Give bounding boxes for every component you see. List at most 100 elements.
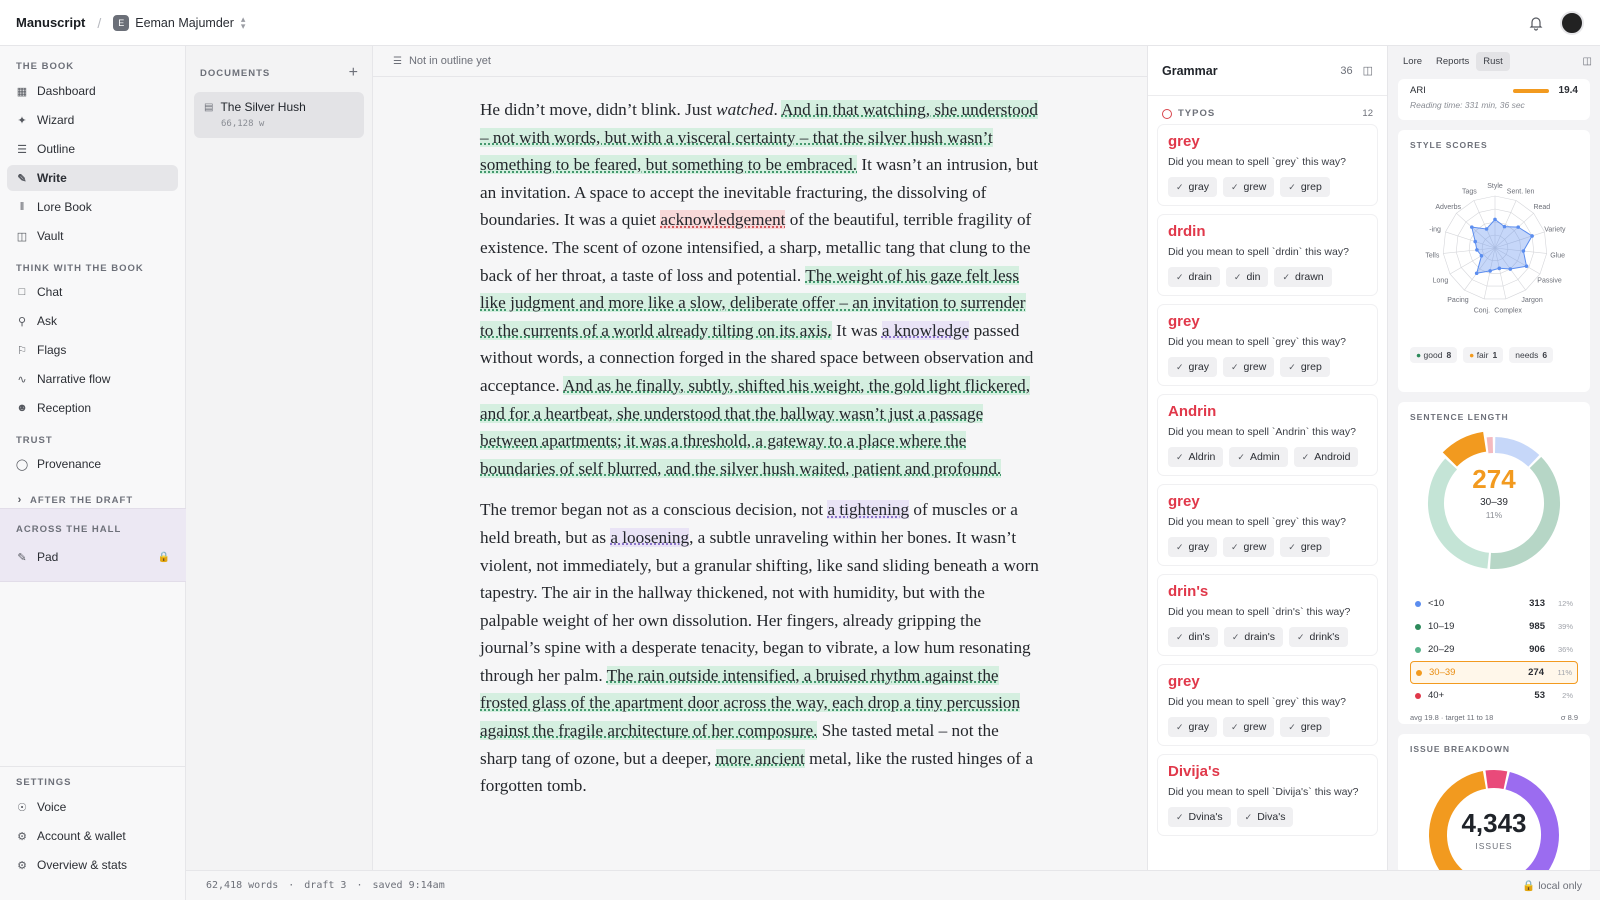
- donut-segment[interactable]: [1494, 437, 1540, 467]
- radar-point[interactable]: [1470, 225, 1474, 229]
- suggestion-chip[interactable]: Android: [1293, 447, 1359, 467]
- suggestion-chip[interactable]: din's: [1168, 627, 1218, 647]
- typo-card[interactable]: grey Did you mean to spell `grey` this wa…: [1158, 665, 1377, 745]
- sidebar-item-narrative-flow[interactable]: ∿ Narrative flow: [7, 366, 178, 392]
- length-bucket-row[interactable]: <10 313 12%: [1410, 592, 1578, 615]
- suggestion-chip[interactable]: gray: [1168, 357, 1217, 377]
- suggestion-chip[interactable]: drink's: [1288, 627, 1348, 647]
- suggestion-chip[interactable]: grep: [1280, 357, 1330, 377]
- paragraph[interactable]: He didn’t move, didn’t blink. Just watch…: [480, 96, 1040, 482]
- editor[interactable]: ☰ Not in outline yet He didn’t move, did…: [373, 46, 1147, 870]
- length-bucket-row[interactable]: 10–19 985 39%: [1410, 615, 1578, 638]
- radar-point[interactable]: [1521, 249, 1526, 253]
- suggestion-chip[interactable]: grep: [1280, 177, 1330, 197]
- typo-card[interactable]: grey Did you mean to spell `grey` this wa…: [1158, 305, 1377, 385]
- avatar[interactable]: [1560, 10, 1584, 35]
- user-initial-badge: E: [113, 14, 130, 31]
- suggestion-chip[interactable]: grep: [1280, 537, 1330, 557]
- radar-point[interactable]: [1530, 234, 1534, 238]
- suggestion-chip[interactable]: drawn: [1274, 267, 1332, 287]
- typo-card[interactable]: grey Did you mean to spell `grey` this wa…: [1158, 485, 1377, 565]
- radar-point[interactable]: [1502, 224, 1507, 229]
- user-switcher[interactable]: E Eeman Majumder ▴ ▾: [113, 14, 245, 31]
- sidebar-item-chat[interactable]: □ Chat: [7, 279, 178, 305]
- suggestion-chip[interactable]: din: [1225, 267, 1269, 287]
- radar-point[interactable]: [1497, 266, 1502, 271]
- sidebar-item-lore-book[interactable]: ‖ Lore Book: [7, 194, 178, 220]
- radar-point[interactable]: [1475, 248, 1479, 252]
- suggestion-chip[interactable]: gray: [1168, 177, 1217, 197]
- radar-point[interactable]: [1488, 269, 1492, 273]
- bucket-pct: 36%: [1557, 645, 1573, 654]
- style-highlight[interactable]: more ancient: [715, 748, 805, 768]
- phrase-highlight[interactable]: a loosening: [610, 527, 690, 547]
- sidebar-item-label: Provenance: [37, 457, 102, 471]
- ari-label: ARI: [1410, 85, 1426, 96]
- sidebar-item-voice[interactable]: ☉ Voice: [7, 794, 179, 820]
- radar-point[interactable]: [1474, 271, 1479, 276]
- paragraph[interactable]: The tremor began not as a conscious deci…: [480, 496, 1040, 800]
- suggestion-chip[interactable]: Admin: [1229, 447, 1288, 467]
- radar-point[interactable]: [1516, 225, 1520, 229]
- suggestion-chip[interactable]: drain's: [1223, 627, 1283, 647]
- suggestion-chip[interactable]: grew: [1222, 537, 1275, 557]
- issue-donut-segment[interactable]: [1485, 770, 1508, 790]
- sidebar-item-dashboard[interactable]: ▦ Dashboard: [7, 78, 178, 104]
- length-bucket-row[interactable]: 40+ 53 2%: [1410, 684, 1578, 707]
- sidebar-item-write[interactable]: ✎ Write: [7, 165, 178, 191]
- sidebar-item-overview-stats[interactable]: ⚙ Overview & stats: [7, 852, 179, 878]
- bell-icon[interactable]: [1528, 15, 1544, 31]
- radar-point[interactable]: [1484, 227, 1489, 231]
- suggestion-chip[interactable]: Aldrin: [1168, 447, 1224, 467]
- phrase-highlight[interactable]: a knowledge: [881, 320, 970, 340]
- document-item[interactable]: ▤ The Silver Hush 66,128 w: [194, 92, 364, 138]
- suggestion-chip[interactable]: drain: [1168, 267, 1220, 287]
- suggestion-chip[interactable]: Dvina's: [1168, 807, 1231, 827]
- typo-card[interactable]: Andrin Did you mean to spell `Andrin` thi…: [1158, 395, 1377, 475]
- suggestion-chip[interactable]: grew: [1222, 357, 1275, 377]
- sidebar-item-provenance[interactable]: ◯ Provenance: [7, 451, 178, 477]
- sidebar-item-pad[interactable]: ✎ Pad 🔒: [7, 544, 179, 570]
- score-chip-good[interactable]: ● good 8: [1410, 347, 1458, 363]
- typo-card[interactable]: drin's Did you mean to spell `drin's` thi…: [1158, 575, 1377, 655]
- typo-card[interactable]: drdin Did you mean to spell `drdin` this …: [1158, 215, 1377, 295]
- radar-point[interactable]: [1524, 264, 1529, 268]
- sidebar-item-reception[interactable]: ☻ Reception: [7, 395, 178, 421]
- sidebar-item-wizard[interactable]: ✦ Wizard: [7, 107, 178, 133]
- tab-reports[interactable]: Reports: [1429, 52, 1476, 71]
- suggestion-chip[interactable]: Diva's: [1236, 807, 1294, 827]
- suggestion-chip[interactable]: grep: [1280, 717, 1330, 737]
- suggestion-list: graygrewgrep: [1168, 177, 1369, 197]
- sidebar-item-vault[interactable]: ◫ Vault: [7, 223, 178, 249]
- radar-point[interactable]: [1493, 217, 1497, 222]
- manuscript-text[interactable]: He didn’t move, didn’t blink. Just watch…: [480, 96, 1040, 814]
- suggestion-chip[interactable]: gray: [1168, 537, 1217, 557]
- typo-card[interactable]: Divija's Did you mean to spell `Divija's`…: [1158, 755, 1377, 835]
- app-title[interactable]: Manuscript: [16, 15, 85, 30]
- donut-segment[interactable]: [1442, 431, 1487, 467]
- score-chip-fair[interactable]: ● fair 1: [1463, 347, 1504, 363]
- expand-icon[interactable]: ◫: [1583, 56, 1592, 67]
- suggestion-chip[interactable]: grew: [1222, 717, 1275, 737]
- add-document-icon[interactable]: +: [349, 64, 359, 82]
- tab-rust[interactable]: Rust: [1476, 52, 1510, 71]
- sidebar-item-flags[interactable]: ⚐ Flags: [7, 337, 178, 363]
- suggestion-chip[interactable]: grew: [1222, 177, 1275, 197]
- score-chip-needs[interactable]: needs 6: [1509, 347, 1554, 363]
- typos-header[interactable]: TYPOS 12: [1148, 96, 1387, 125]
- radar-point[interactable]: [1473, 239, 1478, 244]
- typo-highlight[interactable]: acknowledgement: [660, 210, 786, 230]
- length-bucket-row[interactable]: 20–29 906 36%: [1410, 638, 1578, 661]
- sidebar-item-ask[interactable]: ⚲ Ask: [7, 308, 178, 334]
- typo-card[interactable]: grey Did you mean to spell `grey` this wa…: [1158, 125, 1377, 205]
- radar-point[interactable]: [1479, 254, 1484, 258]
- phrase-highlight[interactable]: a tightening: [827, 500, 910, 520]
- length-bucket-row[interactable]: 30–39 274 11%: [1410, 661, 1578, 684]
- tab-lore[interactable]: Lore: [1396, 52, 1429, 71]
- suggestion-chip[interactable]: gray: [1168, 717, 1217, 737]
- style-highlight[interactable]: And as he finally, subtly, shifted his w…: [480, 375, 1031, 478]
- radar-point[interactable]: [1508, 267, 1513, 271]
- sidebar-item-outline[interactable]: ☰ Outline: [7, 136, 178, 162]
- sidebar-item-account-wallet[interactable]: ⚙ Account & wallet: [7, 823, 179, 849]
- panel-toggle-icon[interactable]: ◫: [1363, 64, 1373, 77]
